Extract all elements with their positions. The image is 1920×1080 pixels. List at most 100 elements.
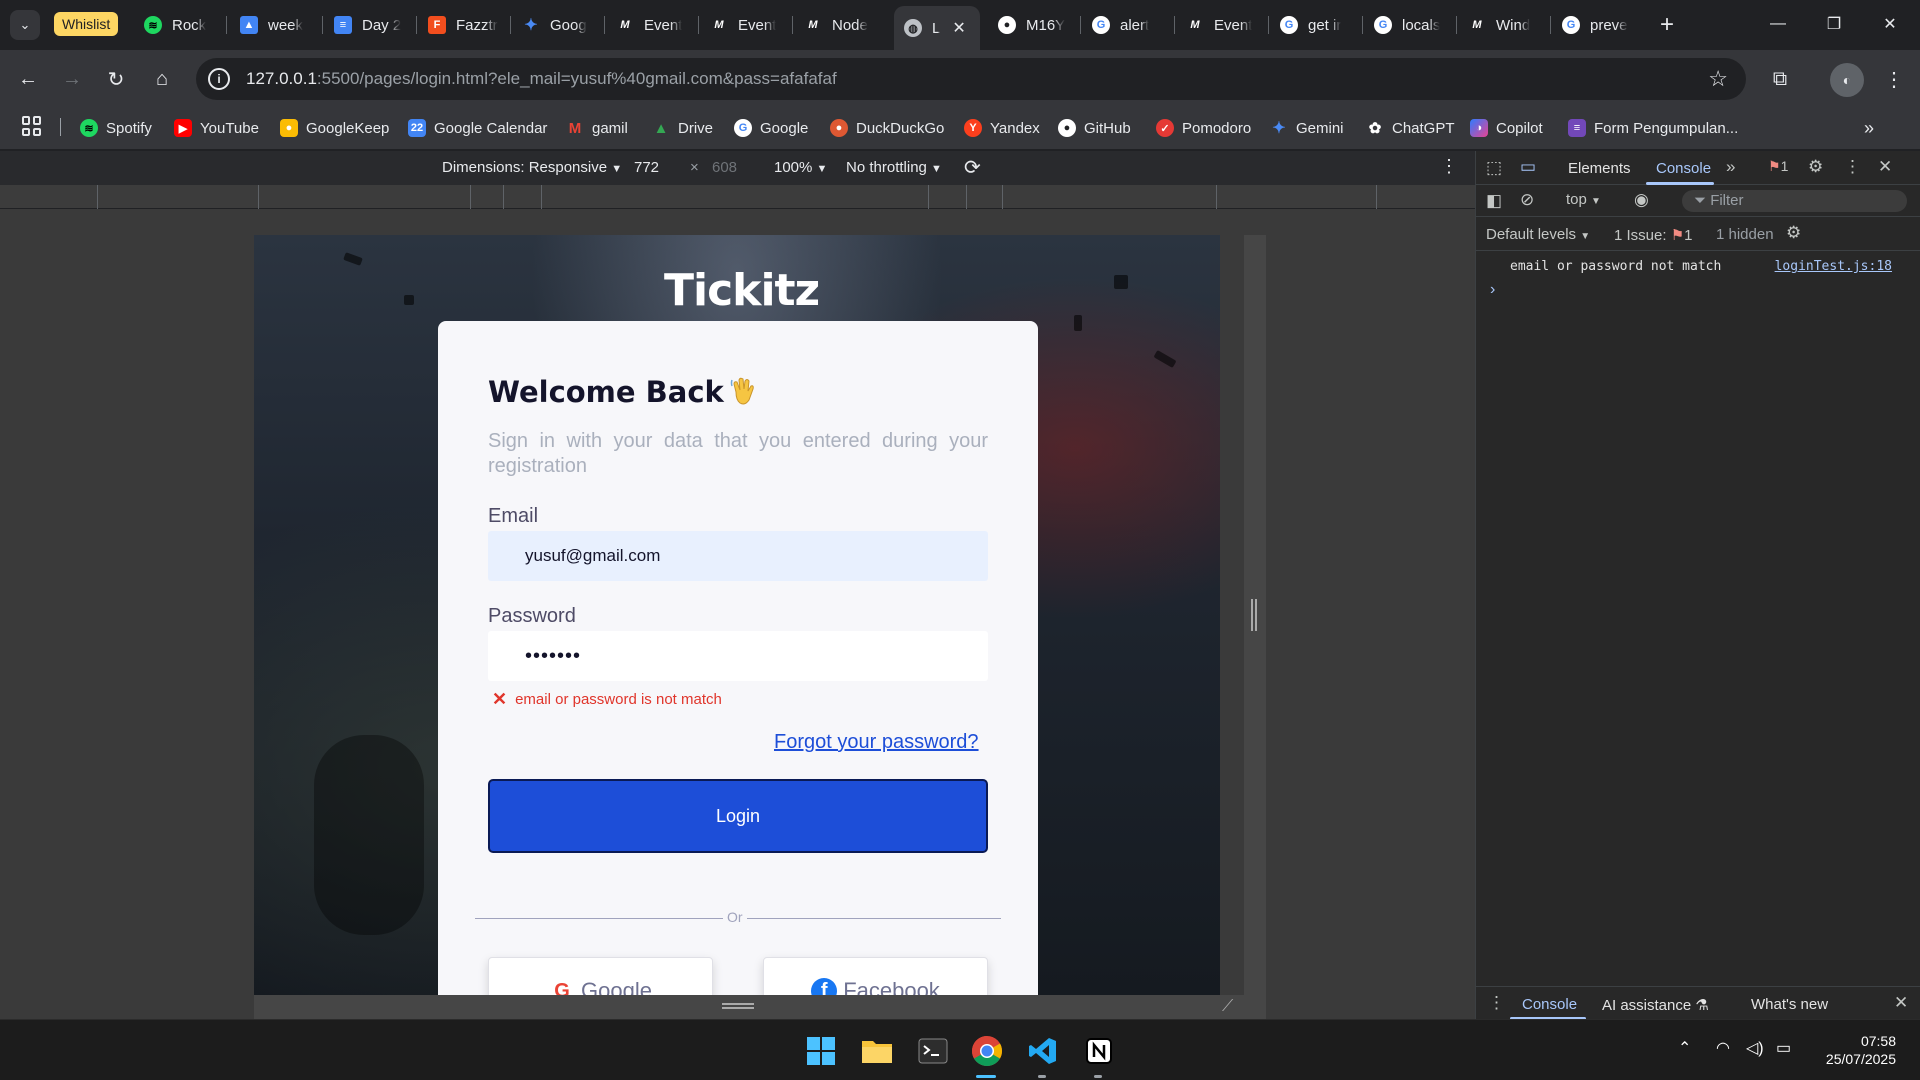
tab-goog[interactable]: ✦ Goog xyxy=(512,8,604,42)
wifi-icon[interactable]: ◠ xyxy=(1716,1038,1730,1058)
tab-locals[interactable]: G locals xyxy=(1364,8,1456,42)
tab-get-ir[interactable]: G get ir xyxy=(1270,8,1362,42)
close-drawer-icon[interactable]: ✕ xyxy=(1894,993,1908,1013)
device-toggle-icon[interactable]: ▭ xyxy=(1520,157,1536,177)
levels-dropdown[interactable]: Default levels ▼ xyxy=(1486,226,1590,243)
live-expression-eye-icon[interactable]: ◉ xyxy=(1634,190,1649,210)
bookmark-duckduckgo[interactable]: ● DuckDuckGo xyxy=(830,114,944,142)
issues-link[interactable]: 1 Issue: ⚑1 xyxy=(1614,226,1693,244)
tab-fazztr[interactable]: F Fazztr xyxy=(418,8,510,42)
bookmark-star-icon[interactable]: ☆ xyxy=(1708,66,1728,92)
minimize-button[interactable]: — xyxy=(1750,0,1806,48)
profile-avatar[interactable]: ◐ xyxy=(1830,63,1864,97)
console-settings-icon[interactable]: ⚙ xyxy=(1786,223,1801,243)
reload-button[interactable]: ↻ xyxy=(100,63,132,95)
bookmark-spotify[interactable]: ≋ Spotify xyxy=(80,114,152,142)
throttling-dropdown[interactable]: No throttling ▼ xyxy=(846,159,942,176)
notion-button[interactable] xyxy=(1082,1034,1116,1068)
height-input[interactable]: 608 xyxy=(712,159,737,176)
bookmark-gemini[interactable]: ✦ Gemini xyxy=(1270,114,1343,142)
tab-elements[interactable]: Elements xyxy=(1568,160,1631,177)
facebook-login-button[interactable]: f Facebook xyxy=(763,957,988,995)
tab-wind[interactable]: M Wind xyxy=(1458,8,1550,42)
console-prompt-icon[interactable]: › xyxy=(1490,281,1495,299)
tab-event-2[interactable]: M Event xyxy=(700,8,792,42)
bookmark-pomodoro[interactable]: ✓ Pomodoro xyxy=(1156,114,1251,142)
vscode-button[interactable] xyxy=(1026,1034,1060,1068)
console-filter-input[interactable]: ⏷ Filter xyxy=(1682,190,1907,212)
bookmark-drive[interactable]: ▲ Drive xyxy=(652,114,713,142)
start-button[interactable] xyxy=(804,1034,838,1068)
bookmark-form-pengumpulan[interactable]: ≡ Form Pengumpulan... xyxy=(1568,114,1738,142)
terminal-button[interactable] xyxy=(916,1034,950,1068)
extensions-button[interactable]: ⧉ xyxy=(1764,63,1796,95)
forgot-password-link[interactable]: Forgot your password? xyxy=(774,731,979,754)
close-devtools-icon[interactable]: ✕ xyxy=(1878,157,1892,177)
bookmark-google[interactable]: G Google xyxy=(734,114,808,142)
tab-week[interactable]: ▲ week xyxy=(230,8,322,42)
address-bar[interactable]: i 127.0.0.1:5500/pages/login.html?ele_ma… xyxy=(196,58,1746,100)
bookmarks-overflow-button[interactable]: » xyxy=(1864,114,1874,142)
close-tab-icon[interactable]: ✕ xyxy=(952,18,965,38)
resize-corner-icon[interactable]: ⟋ xyxy=(1222,998,1233,1016)
url-text[interactable]: 127.0.0.1:5500/pages/login.html?ele_mail… xyxy=(246,69,837,89)
tab-login-active[interactable]: ◍ L ✕ xyxy=(894,6,980,50)
tab-group-whislist[interactable]: Whislist xyxy=(54,12,119,36)
bookmark-chatgpt[interactable]: ✿ ChatGPT xyxy=(1366,114,1455,142)
context-selector[interactable]: top ▼ xyxy=(1566,191,1601,208)
resize-handle-right[interactable] xyxy=(1244,235,1266,995)
chrome-taskbar-button[interactable] xyxy=(970,1034,1004,1068)
restore-button[interactable]: ❐ xyxy=(1806,0,1862,48)
file-explorer-button[interactable] xyxy=(860,1034,894,1068)
console-source-link[interactable]: loginTest.js:18 xyxy=(1775,259,1892,274)
rotate-icon[interactable]: ⟳ xyxy=(964,155,981,180)
login-button[interactable]: Login xyxy=(488,779,988,853)
close-window-button[interactable]: ✕ xyxy=(1862,0,1918,48)
tab-search-button[interactable]: ⌄ xyxy=(10,10,40,40)
drawer-tab-whats-new[interactable]: What's new xyxy=(1751,996,1828,1013)
tab-m16y[interactable]: ● M16Y xyxy=(988,8,1080,42)
tab-node[interactable]: M Node xyxy=(794,8,886,42)
new-tab-button[interactable]: + xyxy=(1652,10,1682,40)
browser-menu-button[interactable]: ⋮ xyxy=(1878,63,1910,95)
resize-handle-bottom[interactable] xyxy=(254,995,1266,1019)
zoom-dropdown[interactable]: 100% ▼ xyxy=(774,159,827,176)
more-tabs-icon[interactable]: » xyxy=(1726,157,1735,177)
tab-day2[interactable]: ≡ Day 2 xyxy=(324,8,416,42)
system-clock[interactable]: 07:58 25/07/2025 xyxy=(1826,1032,1896,1068)
tab-preve[interactable]: G preve xyxy=(1552,8,1644,42)
bookmark-youtube[interactable]: ▶ YouTube xyxy=(174,114,259,142)
google-login-button[interactable]: G Google xyxy=(488,957,713,995)
bookmark-github[interactable]: ● GitHub xyxy=(1058,114,1131,142)
devtools-menu-icon[interactable]: ⋮ xyxy=(1844,157,1861,177)
drawer-menu-icon[interactable]: ⋮ xyxy=(1488,993,1505,1013)
back-button[interactable]: ← xyxy=(12,63,44,95)
device-toolbar-menu-icon[interactable]: ⋮ xyxy=(1440,156,1458,177)
site-info-icon[interactable]: i xyxy=(208,68,230,90)
battery-icon[interactable]: ▭ xyxy=(1776,1038,1791,1058)
volume-icon[interactable]: ◁) xyxy=(1746,1038,1764,1058)
drawer-tab-ai-assistance[interactable]: AI assistance ⚗ xyxy=(1602,996,1709,1014)
forward-button[interactable]: → xyxy=(56,63,88,95)
inspect-element-icon[interactable]: ⬚ xyxy=(1486,158,1502,178)
bookmark-google-calendar[interactable]: 22 Google Calendar xyxy=(408,114,547,142)
bookmark-googlekeep[interactable]: ● GoogleKeep xyxy=(280,114,389,142)
apps-grid-icon[interactable] xyxy=(22,116,42,136)
issues-counter[interactable]: ⚑1 xyxy=(1768,158,1788,175)
width-input[interactable]: 772 xyxy=(634,159,659,176)
bookmark-gamil[interactable]: Mgamil xyxy=(566,114,628,142)
tab-console[interactable]: Console xyxy=(1656,160,1711,177)
sidebar-toggle-icon[interactable]: ◧ xyxy=(1486,191,1502,211)
drawer-tab-console[interactable]: Console xyxy=(1522,996,1577,1013)
email-field[interactable]: yusuf@gmail.com xyxy=(488,531,988,581)
settings-gear-icon[interactable]: ⚙ xyxy=(1808,157,1823,177)
home-button[interactable]: ⌂ xyxy=(146,63,178,95)
tab-event-3[interactable]: M Event xyxy=(1176,8,1268,42)
tab-rock[interactable]: ≋ Rock xyxy=(134,8,224,42)
password-field[interactable]: ••••••• xyxy=(488,631,988,681)
tab-alert[interactable]: G alert xyxy=(1082,8,1174,42)
dimensions-dropdown[interactable]: Dimensions: Responsive ▼ xyxy=(442,159,622,176)
tab-event-1[interactable]: M Event xyxy=(606,8,698,42)
bookmark-yandex[interactable]: Y Yandex xyxy=(964,114,1040,142)
clear-console-icon[interactable]: ⊘ xyxy=(1520,190,1534,210)
